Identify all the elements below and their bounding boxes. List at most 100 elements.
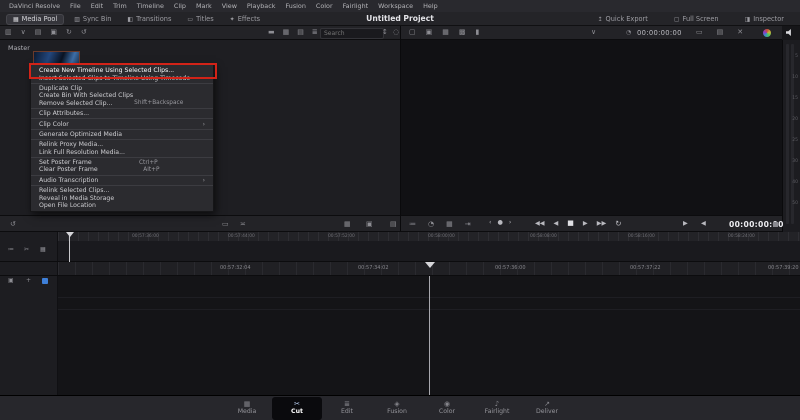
menu-item[interactable]: Fairlight	[338, 2, 374, 10]
viewer-panel[interactable]	[400, 40, 782, 215]
context-menu-item[interactable]: Link Full Resolution Media...	[31, 149, 213, 156]
page-tab[interactable]: ▦ Media	[222, 397, 272, 420]
menu-item[interactable]: Help	[418, 2, 443, 10]
pool-view-icon[interactable]: ▬	[268, 29, 275, 36]
track-tool-icon[interactable]: +	[26, 278, 31, 284]
pool-toolbar-icon[interactable]: ↻	[66, 29, 72, 36]
panel-toggle-button[interactable]: ◧ Transitions	[121, 14, 177, 25]
page-tab[interactable]: ◈ Fusion	[372, 397, 422, 420]
menu-item[interactable]: Trim	[108, 2, 132, 10]
menu-item[interactable]: Playback	[242, 2, 281, 10]
pool-view-icon[interactable]: ≣	[312, 29, 318, 36]
transport-tool-icon[interactable]: ⇥	[465, 221, 471, 228]
context-menu-item[interactable]: Clip Attributes...	[31, 110, 213, 117]
edit-function-icon[interactable]: ▭	[222, 221, 229, 228]
panel-toggle-button[interactable]: ✦ Effects	[224, 14, 266, 25]
jog-control[interactable]: ›	[509, 219, 511, 226]
context-menu-item[interactable]: Generate Optimized Media	[31, 131, 213, 138]
pool-toolbar-icon[interactable]: ▤	[35, 29, 42, 36]
viewer-option-icon[interactable]: ▤	[717, 29, 724, 36]
playhead-line[interactable]	[429, 276, 430, 395]
menu-item[interactable]: View	[217, 2, 242, 10]
mini-timeline[interactable]: ≔ ✂ ▦ 00:57:36:00 00:57:44:00 00:57:52:00 00:…	[0, 232, 800, 262]
context-menu-item[interactable]: Open File Location	[31, 202, 213, 209]
go-to-end-button[interactable]: ▶▶	[597, 220, 607, 227]
edit-function-icon[interactable]: ↺	[10, 221, 16, 228]
transport-tool-icon[interactable]: ▦	[446, 221, 453, 228]
context-menu-item[interactable]: Set Poster Frame Ctrl+P	[31, 159, 213, 166]
panel-toggle-button[interactable]: ▦ Media Pool	[6, 13, 65, 25]
track-tool-icon[interactable]: ▣	[8, 278, 14, 284]
viewer-option-icon[interactable]: ▭	[696, 29, 703, 36]
search-input[interactable]	[320, 28, 384, 39]
menu-item[interactable]: Edit	[86, 2, 108, 10]
context-menu-item[interactable]: Relink Selected Clips...	[31, 187, 213, 194]
timeline-tool-icon[interactable]: ✂	[24, 247, 29, 253]
viewer-mode-icon[interactable]: ▦	[442, 29, 449, 36]
track-color-indicator[interactable]	[42, 278, 48, 284]
viewer-mode-icon[interactable]: ▮	[476, 29, 480, 36]
menu-item[interactable]: Timeline	[132, 2, 169, 10]
page-tab[interactable]: ≣ Edit	[322, 397, 372, 420]
timeline-tool-icon[interactable]: ≔	[8, 247, 14, 253]
playhead-marker[interactable]	[425, 262, 435, 268]
context-menu-item[interactable]: Audio Transcription ›	[31, 177, 213, 184]
timeline-tool-icon[interactable]: ▦	[40, 247, 46, 253]
viewer-mode-icon[interactable]: ▢	[409, 29, 416, 36]
mini-timeline-ruler[interactable]: 00:57:36:00 00:57:44:00 00:57:52:00 00:58:0…	[58, 232, 800, 241]
transport-tool-icon[interactable]: ≔	[409, 221, 416, 228]
edit-function-icon[interactable]: ▣	[366, 221, 373, 228]
transport-tool-icon[interactable]: ◔	[428, 221, 434, 228]
goto-next-edit-button[interactable]: ▶	[683, 220, 688, 227]
edit-function-icon[interactable]: ≍	[240, 221, 246, 228]
jog-control[interactable]: ●	[497, 219, 502, 226]
menu-item[interactable]: File	[65, 2, 86, 10]
menu-item[interactable]: Clip	[169, 2, 191, 10]
pool-view-icon[interactable]: ▤	[297, 29, 304, 36]
jog-control[interactable]: ‹	[489, 219, 491, 226]
menu-item[interactable]: Color	[311, 2, 338, 10]
viewer-option-icon[interactable]: ✕	[737, 29, 743, 36]
viewer-mode-icon[interactable]: ▩	[459, 29, 466, 36]
page-tab[interactable]: ◉ Color	[422, 397, 472, 420]
page-tab[interactable]: ♪ Fairlight	[472, 397, 522, 420]
go-to-start-button[interactable]: ◀◀	[535, 220, 545, 227]
loop-button[interactable]: ↻	[615, 220, 621, 228]
clip-dropdown-chevron-icon[interactable]: ∨	[591, 29, 596, 36]
more-options-icon[interactable]: ◌	[393, 29, 399, 36]
pool-toolbar-icon[interactable]: ▥	[5, 29, 12, 36]
pool-toolbar-icon[interactable]: ↺	[81, 29, 87, 36]
menu-item[interactable]: Fusion	[280, 2, 310, 10]
context-menu-item[interactable]: Reveal in Media Storage	[31, 194, 213, 202]
play-button[interactable]: ▶	[583, 220, 588, 227]
sort-icon[interactable]: ↕	[382, 29, 388, 36]
menu-item[interactable]: DaVinci Resolve	[4, 2, 65, 10]
viewer-mode-icon[interactable]: ▣	[426, 29, 433, 36]
pool-view-icon[interactable]: ▦	[283, 29, 290, 36]
panel-toggle-button[interactable]: ▭ Titles	[181, 14, 219, 25]
timecode-option-icon[interactable]	[773, 222, 778, 227]
panel-toggle-button[interactable]: ▥ Sync Bin	[68, 14, 117, 25]
header-action-button[interactable]: ◨ Inspector	[739, 14, 790, 25]
context-menu-item[interactable]: Duplicate Clip	[31, 85, 213, 92]
pool-toolbar-icon[interactable]: ∨	[21, 29, 26, 36]
context-menu-item[interactable]: Create Bin With Selected Clips	[31, 92, 213, 99]
color-wheel-icon[interactable]	[763, 29, 771, 37]
timeline-tracks[interactable]: ▣ +	[0, 276, 800, 395]
timeline-ruler-zoomed[interactable]: 00:57:32:04 00:57:34:02 00:57:36:00 00:57:3…	[0, 262, 800, 276]
edit-function-icon[interactable]: ▤	[390, 221, 397, 228]
context-menu-item[interactable]: Relink Proxy Media...	[31, 141, 213, 148]
menu-item[interactable]: Mark	[191, 2, 217, 10]
stop-button[interactable]: ■	[567, 220, 574, 227]
header-action-button[interactable]: ▢ Full Screen	[668, 14, 725, 25]
breadcrumb[interactable]: Master	[8, 44, 30, 52]
page-tab[interactable]: ✂ Cut	[272, 397, 322, 420]
context-menu-item[interactable]: Clip Color ›	[31, 120, 213, 128]
speaker-icon[interactable]	[786, 29, 791, 36]
goto-prev-edit-button[interactable]: ◀	[701, 220, 706, 227]
pool-toolbar-icon[interactable]: ▣	[50, 29, 57, 36]
edit-function-icon[interactable]: ▦	[344, 221, 351, 228]
page-tab[interactable]: ↗ Deliver	[522, 397, 572, 420]
context-menu-item[interactable]: Clear Poster Frame Alt+P	[31, 166, 213, 173]
mini-playhead-marker[interactable]	[66, 232, 74, 237]
